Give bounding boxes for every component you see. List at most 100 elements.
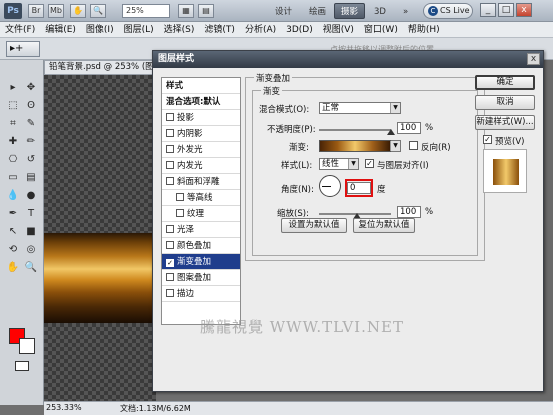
- blend-mode-select[interactable]: 正常 ▼: [319, 102, 401, 114]
- make-default-button[interactable]: 设置为默认值: [281, 218, 347, 233]
- menu-filter[interactable]: 滤镜(T): [199, 22, 240, 38]
- zoom-icon[interactable]: 🔍: [90, 4, 106, 18]
- style-checkbox[interactable]: ✓: [166, 259, 174, 267]
- brush-tool-icon[interactable]: ✏: [22, 134, 40, 150]
- zoom-tool-icon[interactable]: 🔍: [22, 260, 40, 276]
- hand-tool-icon[interactable]: ✋: [4, 260, 22, 276]
- reset-to-default-button[interactable]: 复位为默认值: [353, 218, 415, 233]
- document-tab[interactable]: 铅笔背景.psd @ 253% (图: [44, 60, 164, 75]
- maximize-button[interactable]: □: [498, 3, 514, 17]
- tool-preset-picker[interactable]: ▸+: [6, 41, 40, 57]
- style-list-item[interactable]: 外发光: [162, 142, 240, 158]
- blur-tool-icon[interactable]: 💧: [4, 188, 22, 204]
- menu-3d[interactable]: 3D(D): [281, 22, 318, 38]
- styles-header[interactable]: 样式: [162, 78, 240, 94]
- menu-help[interactable]: 帮助(H): [403, 22, 445, 38]
- new-style-button[interactable]: 新建样式(W)...: [475, 115, 535, 130]
- eyedropper-tool-icon[interactable]: ✎: [22, 116, 40, 132]
- bridge-icon[interactable]: Br: [28, 4, 44, 18]
- style-list-item[interactable]: 颜色叠加: [162, 238, 240, 254]
- style-list-item[interactable]: ✓ 渐变叠加: [162, 254, 240, 270]
- artboard-icon[interactable]: ✥: [22, 80, 40, 96]
- marquee-tool-icon[interactable]: ⬚: [4, 98, 22, 114]
- style-list-item[interactable]: 光泽: [162, 222, 240, 238]
- menu-select[interactable]: 选择(S): [159, 22, 200, 38]
- gradient-picker[interactable]: [319, 140, 391, 152]
- menu-layer[interactable]: 图层(L): [119, 22, 159, 38]
- style-list-item[interactable]: 纹理: [162, 206, 240, 222]
- scale-input[interactable]: 100: [397, 206, 421, 218]
- style-checkbox[interactable]: [166, 129, 174, 137]
- zoom-level-field[interactable]: 25%: [122, 4, 170, 18]
- path-selection-icon[interactable]: ↖: [4, 224, 22, 240]
- pen-tool-icon[interactable]: ✒: [4, 206, 22, 222]
- minibridge-icon[interactable]: Mb: [48, 4, 64, 18]
- workspace-design[interactable]: 设计: [268, 3, 299, 19]
- gradient-dropdown[interactable]: ▼: [390, 140, 401, 152]
- type-tool-icon[interactable]: T: [22, 206, 40, 222]
- style-checkbox[interactable]: [166, 273, 174, 281]
- cs-live-button[interactable]: C CS Live: [423, 3, 473, 19]
- style-item-label: 渐变叠加: [177, 257, 212, 267]
- workspace-3d[interactable]: 3D: [367, 3, 393, 19]
- style-list-item[interactable]: 投影: [162, 110, 240, 126]
- align-with-layer-checkbox[interactable]: ✓: [365, 159, 374, 168]
- 3d-camera-icon[interactable]: ◎: [22, 242, 40, 258]
- style-checkbox[interactable]: [166, 113, 174, 121]
- background-color-swatch[interactable]: [19, 338, 35, 354]
- style-list-item[interactable]: 内阴影: [162, 126, 240, 142]
- dodge-tool-icon[interactable]: ●: [22, 188, 40, 204]
- style-checkbox[interactable]: [166, 289, 174, 297]
- workspace-photography[interactable]: 摄影: [334, 3, 366, 19]
- style-checkbox[interactable]: [166, 225, 174, 233]
- style-checkbox[interactable]: [166, 241, 174, 249]
- style-checkbox[interactable]: [166, 145, 174, 153]
- preview-checkbox[interactable]: ✓: [483, 135, 492, 144]
- style-list-item[interactable]: 描边: [162, 286, 240, 302]
- style-checkbox[interactable]: [176, 193, 184, 201]
- opacity-input[interactable]: 100: [397, 122, 421, 134]
- menu-analysis[interactable]: 分析(A): [240, 22, 281, 38]
- opacity-slider[interactable]: [319, 129, 391, 131]
- shape-tool-icon[interactable]: ■: [22, 224, 40, 240]
- reverse-checkbox[interactable]: [409, 141, 418, 150]
- menu-image[interactable]: 图像(I): [81, 22, 119, 38]
- blending-options-item[interactable]: 混合选项:默认: [162, 94, 240, 110]
- menu-window[interactable]: 窗口(W): [359, 22, 403, 38]
- style-list-item[interactable]: 等高线: [162, 190, 240, 206]
- style-list-item[interactable]: 内发光: [162, 158, 240, 174]
- cancel-button[interactable]: 取消: [475, 95, 535, 110]
- gradient-style-select[interactable]: 线性 ▼: [319, 158, 359, 170]
- style-list-item[interactable]: 图案叠加: [162, 270, 240, 286]
- workspace-painting[interactable]: 绘画: [302, 3, 333, 19]
- eraser-tool-icon[interactable]: ▭: [4, 170, 22, 186]
- style-checkbox[interactable]: [166, 161, 174, 169]
- close-button[interactable]: x: [516, 3, 532, 17]
- grid-icon[interactable]: ▦: [178, 4, 194, 18]
- dialog-close-icon[interactable]: x: [527, 53, 540, 65]
- crop-tool-icon[interactable]: ⌗: [4, 116, 22, 132]
- 3d-rotate-icon[interactable]: ⟲: [4, 242, 22, 258]
- menu-edit[interactable]: 编辑(E): [40, 22, 81, 38]
- angle-dial[interactable]: [319, 175, 341, 197]
- style-list-item[interactable]: 斜面和浮雕: [162, 174, 240, 190]
- hand-icon[interactable]: ✋: [70, 4, 86, 18]
- workspace-more[interactable]: »: [396, 3, 415, 19]
- opacity-slider-thumb[interactable]: [387, 129, 395, 135]
- menu-file[interactable]: 文件(F): [0, 22, 40, 38]
- ok-button[interactable]: 确定: [475, 75, 535, 90]
- quick-mask-icon[interactable]: [15, 361, 29, 371]
- lasso-tool-icon[interactable]: ʘ: [22, 98, 40, 114]
- minimize-button[interactable]: _: [480, 3, 496, 17]
- menu-view[interactable]: 视图(V): [318, 22, 359, 38]
- history-brush-icon[interactable]: ↺: [22, 152, 40, 168]
- arrange-documents-icon[interactable]: ▤: [198, 4, 214, 18]
- clone-stamp-icon[interactable]: ⎔: [4, 152, 22, 168]
- move-tool-icon[interactable]: ▸: [4, 80, 22, 96]
- status-zoom[interactable]: 253.33%: [46, 403, 82, 412]
- style-checkbox[interactable]: [166, 177, 174, 185]
- gradient-tool-icon[interactable]: ▤: [22, 170, 40, 186]
- healing-brush-icon[interactable]: ✚: [4, 134, 22, 150]
- document-canvas[interactable]: [44, 75, 156, 401]
- style-checkbox[interactable]: [176, 209, 184, 217]
